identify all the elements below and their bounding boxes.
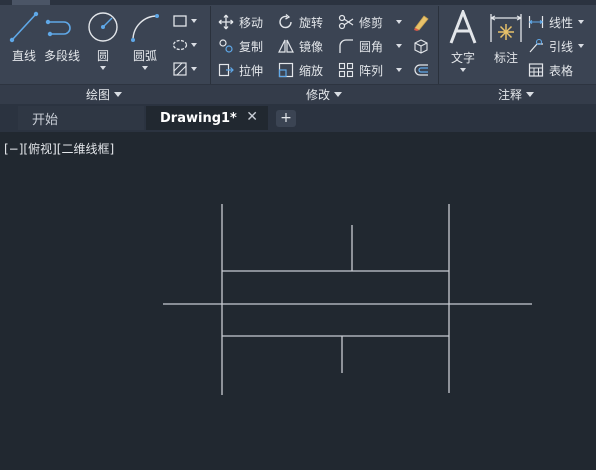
tab-drawing-label: Drawing1* — [160, 110, 237, 126]
rotate-tool-button[interactable]: 旋转 — [278, 13, 323, 31]
arc-dropdown-caret[interactable] — [142, 66, 148, 70]
copy-icon — [219, 39, 233, 53]
leader-dropdown-caret[interactable] — [578, 44, 585, 48]
mirror-tool-label: 镜像 — [299, 39, 324, 54]
scale-tool-label: 缩放 — [299, 63, 324, 78]
modify-panel-title[interactable]: 修改 — [306, 86, 343, 103]
polyline-tool-label: 多段线 — [44, 49, 81, 63]
text-tool-button[interactable]: 文字 — [446, 10, 480, 72]
fillet-tool-label: 圆角 — [359, 39, 384, 54]
fillet-tool-button[interactable]: 圆角 — [338, 37, 403, 55]
dimension-tool-button[interactable]: 标注 — [488, 10, 524, 66]
explode-cube-icon — [414, 39, 428, 54]
rectangle-dropdown-caret[interactable] — [191, 19, 197, 23]
rectangle-tool-button[interactable] — [172, 14, 197, 28]
draw-panel-label: 绘图 — [86, 88, 111, 102]
leader-icon — [529, 38, 543, 53]
eraser-icon — [414, 15, 429, 31]
circle-icon — [88, 12, 118, 42]
hatch-tool-button[interactable] — [172, 62, 197, 76]
stretch-icon — [218, 63, 234, 77]
rotate-icon — [279, 14, 292, 29]
mirror-tool-button[interactable]: 镜像 — [278, 37, 323, 55]
copy-tool-button[interactable]: 复制 — [218, 37, 263, 55]
arc-icon — [131, 14, 159, 42]
circle-dropdown-caret[interactable] — [100, 66, 106, 70]
move-icon — [218, 14, 234, 30]
move-tool-label: 移动 — [239, 15, 264, 30]
annotate-panel-title[interactable]: 注释 — [498, 86, 535, 103]
draw-panel-title[interactable]: 绘图 — [86, 86, 123, 103]
stretch-tool-button[interactable]: 拉伸 — [218, 61, 263, 79]
circle-tool-button[interactable]: 圆 — [86, 10, 120, 70]
leader-tool-button[interactable]: 引线 — [528, 37, 585, 55]
array-tool-label: 阵列 — [359, 63, 384, 78]
rectangle-icon — [173, 15, 187, 27]
arc-tool-label: 圆弧 — [132, 49, 157, 63]
fillet-icon — [339, 39, 353, 53]
tab-start[interactable]: 开始 — [18, 106, 144, 130]
scale-icon — [278, 62, 294, 78]
dimension-icon — [490, 14, 522, 42]
table-tool-button[interactable]: 表格 — [528, 61, 573, 79]
modify-panel-label: 修改 — [306, 88, 331, 102]
trim-tool-button[interactable]: 修剪 — [338, 13, 403, 31]
ellipse-icon — [172, 39, 188, 51]
ribbon-tab-active[interactable] — [12, 0, 50, 5]
array-icon — [338, 62, 354, 78]
ribbon-tab-strip — [0, 0, 596, 5]
array-tool-button[interactable]: 阵列 — [338, 61, 403, 79]
text-dropdown-caret[interactable] — [460, 68, 466, 72]
hatch-icon — [173, 62, 187, 76]
stretch-tool-label: 拉伸 — [239, 63, 264, 78]
new-tab-button[interactable]: + — [276, 110, 296, 127]
line-tool-label: 直线 — [11, 49, 36, 63]
text-tool-label: 文字 — [450, 51, 475, 65]
tab-drawing[interactable]: Drawing1* ✕ — [146, 106, 268, 130]
scale-tool-button[interactable]: 缩放 — [278, 61, 323, 79]
linear-dimension-label: 线性 — [549, 15, 574, 30]
trim-dropdown-caret[interactable] — [396, 20, 403, 24]
draw-panel-expand-caret[interactable] — [114, 92, 123, 97]
table-tool-label: 表格 — [549, 63, 574, 78]
arc-tool-button[interactable]: 圆弧 — [128, 10, 162, 70]
trim-icon — [338, 14, 354, 30]
array-dropdown-caret[interactable] — [396, 68, 403, 72]
linear-dimension-icon — [528, 16, 544, 28]
annotate-panel-expand-caret[interactable] — [526, 92, 535, 97]
move-tool-button[interactable]: 移动 — [218, 13, 263, 31]
mirror-icon — [278, 39, 294, 53]
rotate-tool-label: 旋转 — [299, 15, 324, 30]
hatch-dropdown-caret[interactable] — [191, 67, 197, 71]
explode-tool-button[interactable] — [412, 37, 430, 55]
dimension-tool-label: 标注 — [493, 51, 518, 65]
polyline-tool-button[interactable]: 多段线 — [44, 10, 80, 64]
table-icon — [528, 63, 544, 77]
linear-dimension-button[interactable]: 线性 — [528, 13, 585, 31]
linear-dropdown-caret[interactable] — [578, 20, 585, 24]
offset-icon — [414, 64, 428, 76]
fillet-dropdown-caret[interactable] — [396, 44, 403, 48]
offset-tool-button[interactable] — [412, 61, 430, 79]
line-tool-button[interactable]: 直线 — [8, 10, 40, 64]
ellipse-tool-button[interactable] — [172, 38, 197, 52]
circle-tool-label: 圆 — [96, 49, 109, 63]
ribbon: 直线 多段线 圆 圆弧 移动 旋转 修剪 复制 镜像 圆角 拉伸 缩放 阵列 文… — [0, 0, 596, 104]
drawing-geometry — [163, 204, 532, 395]
tab-start-label: 开始 — [32, 112, 59, 128]
close-tab-icon[interactable]: ✕ — [246, 109, 258, 125]
trim-tool-label: 修剪 — [359, 15, 384, 30]
leader-tool-label: 引线 — [549, 39, 574, 54]
annotate-panel-label: 注释 — [498, 88, 523, 102]
ellipse-dropdown-caret[interactable] — [191, 43, 197, 47]
drawing-canvas[interactable] — [0, 132, 596, 470]
line-icon — [9, 11, 39, 43]
modify-panel-expand-caret[interactable] — [334, 92, 343, 97]
copy-tool-label: 复制 — [239, 39, 264, 54]
text-a-icon — [449, 10, 477, 44]
erase-tool-button[interactable] — [412, 13, 430, 31]
polyline-icon — [45, 19, 71, 37]
